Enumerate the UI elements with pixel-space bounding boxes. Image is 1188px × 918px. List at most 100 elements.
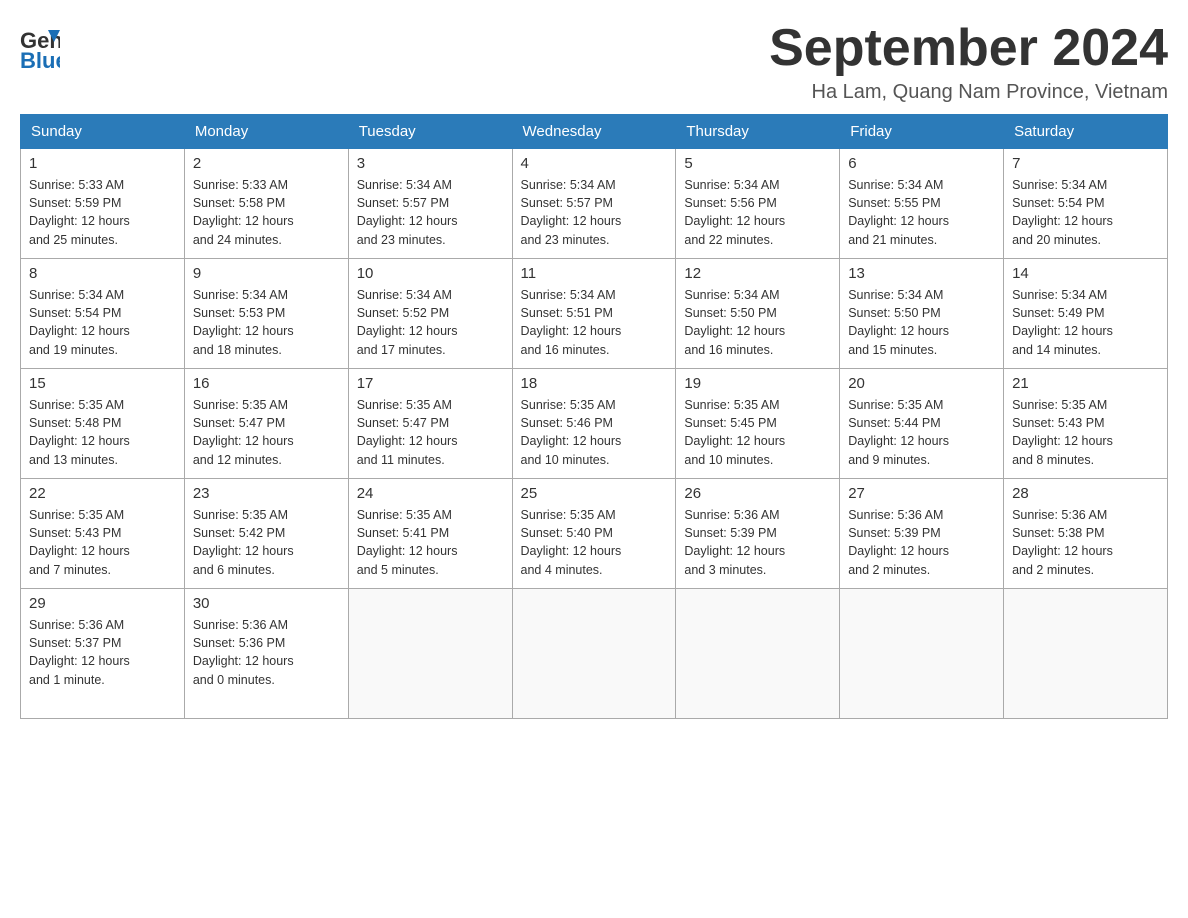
day-info: Sunrise: 5:33 AMSunset: 5:59 PMDaylight:… <box>29 176 176 249</box>
day-number: 30 <box>193 595 340 612</box>
day-info: Sunrise: 5:35 AMSunset: 5:41 PMDaylight:… <box>357 506 504 579</box>
col-thursday: Thursday <box>676 115 840 149</box>
calendar-cell: 22 Sunrise: 5:35 AMSunset: 5:43 PMDayligh… <box>21 479 185 589</box>
calendar-cell: 23 Sunrise: 5:35 AMSunset: 5:42 PMDayligh… <box>184 479 348 589</box>
col-monday: Monday <box>184 115 348 149</box>
day-info: Sunrise: 5:34 AMSunset: 5:53 PMDaylight:… <box>193 286 340 359</box>
calendar-cell: 9 Sunrise: 5:34 AMSunset: 5:53 PMDaylight… <box>184 259 348 369</box>
day-number: 13 <box>848 265 995 282</box>
day-info: Sunrise: 5:35 AMSunset: 5:40 PMDaylight:… <box>521 506 668 579</box>
calendar-cell <box>1004 589 1168 719</box>
calendar-cell: 27 Sunrise: 5:36 AMSunset: 5:39 PMDayligh… <box>840 479 1004 589</box>
calendar-cell <box>676 589 840 719</box>
calendar-cell: 18 Sunrise: 5:35 AMSunset: 5:46 PMDayligh… <box>512 369 676 479</box>
day-number: 29 <box>29 595 176 612</box>
day-number: 10 <box>357 265 504 282</box>
calendar-cell: 1 Sunrise: 5:33 AMSunset: 5:59 PMDaylight… <box>21 149 185 259</box>
calendar-cell: 29 Sunrise: 5:36 AMSunset: 5:37 PMDayligh… <box>21 589 185 719</box>
day-number: 23 <box>193 485 340 502</box>
day-number: 9 <box>193 265 340 282</box>
calendar-cell: 8 Sunrise: 5:34 AMSunset: 5:54 PMDaylight… <box>21 259 185 369</box>
calendar-cell: 6 Sunrise: 5:34 AMSunset: 5:55 PMDaylight… <box>840 149 1004 259</box>
calendar-cell <box>840 589 1004 719</box>
day-number: 22 <box>29 485 176 502</box>
location-title: Ha Lam, Quang Nam Province, Vietnam <box>769 81 1168 104</box>
calendar-cell: 24 Sunrise: 5:35 AMSunset: 5:41 PMDayligh… <box>348 479 512 589</box>
page-header: General Blue September 2024 Ha Lam, Quan… <box>20 20 1168 104</box>
day-info: Sunrise: 5:35 AMSunset: 5:47 PMDaylight:… <box>357 396 504 469</box>
day-number: 20 <box>848 375 995 392</box>
day-info: Sunrise: 5:34 AMSunset: 5:51 PMDaylight:… <box>521 286 668 359</box>
day-info: Sunrise: 5:36 AMSunset: 5:38 PMDaylight:… <box>1012 506 1159 579</box>
calendar-week-4: 22 Sunrise: 5:35 AMSunset: 5:43 PMDayligh… <box>21 479 1168 589</box>
day-number: 17 <box>357 375 504 392</box>
day-info: Sunrise: 5:36 AMSunset: 5:39 PMDaylight:… <box>848 506 995 579</box>
day-number: 6 <box>848 155 995 172</box>
day-number: 16 <box>193 375 340 392</box>
day-number: 8 <box>29 265 176 282</box>
calendar-cell: 21 Sunrise: 5:35 AMSunset: 5:43 PMDayligh… <box>1004 369 1168 479</box>
day-info: Sunrise: 5:35 AMSunset: 5:48 PMDaylight:… <box>29 396 176 469</box>
day-number: 28 <box>1012 485 1159 502</box>
day-info: Sunrise: 5:35 AMSunset: 5:42 PMDaylight:… <box>193 506 340 579</box>
calendar-cell: 11 Sunrise: 5:34 AMSunset: 5:51 PMDayligh… <box>512 259 676 369</box>
day-info: Sunrise: 5:34 AMSunset: 5:50 PMDaylight:… <box>684 286 831 359</box>
logo-mark: General Blue <box>20 20 60 75</box>
day-number: 21 <box>1012 375 1159 392</box>
day-number: 25 <box>521 485 668 502</box>
day-info: Sunrise: 5:34 AMSunset: 5:50 PMDaylight:… <box>848 286 995 359</box>
svg-text:Blue: Blue <box>20 48 60 70</box>
day-info: Sunrise: 5:34 AMSunset: 5:55 PMDaylight:… <box>848 176 995 249</box>
day-info: Sunrise: 5:35 AMSunset: 5:43 PMDaylight:… <box>1012 396 1159 469</box>
day-info: Sunrise: 5:35 AMSunset: 5:46 PMDaylight:… <box>521 396 668 469</box>
calendar-cell: 19Sunrise: 5:35 AMSunset: 5:45 PMDayligh… <box>676 369 840 479</box>
day-info: Sunrise: 5:36 AMSunset: 5:37 PMDaylight:… <box>29 616 176 689</box>
day-number: 2 <box>193 155 340 172</box>
day-info: Sunrise: 5:35 AMSunset: 5:43 PMDaylight:… <box>29 506 176 579</box>
calendar-cell: 2Sunrise: 5:33 AMSunset: 5:58 PMDaylight… <box>184 149 348 259</box>
day-info: Sunrise: 5:34 AMSunset: 5:54 PMDaylight:… <box>1012 176 1159 249</box>
day-info: Sunrise: 5:35 AMSunset: 5:47 PMDaylight:… <box>193 396 340 469</box>
calendar-cell: 7 Sunrise: 5:34 AMSunset: 5:54 PMDaylight… <box>1004 149 1168 259</box>
day-number: 12 <box>684 265 831 282</box>
day-info: Sunrise: 5:34 AMSunset: 5:57 PMDaylight:… <box>357 176 504 249</box>
col-wednesday: Wednesday <box>512 115 676 149</box>
calendar-week-2: 8 Sunrise: 5:34 AMSunset: 5:54 PMDaylight… <box>21 259 1168 369</box>
day-info: Sunrise: 5:36 AMSunset: 5:36 PMDaylight:… <box>193 616 340 689</box>
calendar-cell: 3 Sunrise: 5:34 AMSunset: 5:57 PMDaylight… <box>348 149 512 259</box>
calendar-cell: 16 Sunrise: 5:35 AMSunset: 5:47 PMDayligh… <box>184 369 348 479</box>
day-number: 26 <box>684 485 831 502</box>
day-number: 1 <box>29 155 176 172</box>
calendar-cell: 30 Sunrise: 5:36 AMSunset: 5:36 PMDayligh… <box>184 589 348 719</box>
calendar-cell: 10Sunrise: 5:34 AMSunset: 5:52 PMDayligh… <box>348 259 512 369</box>
day-number: 24 <box>357 485 504 502</box>
calendar-table: Sunday Monday Tuesday Wednesday Thursday… <box>20 114 1168 719</box>
day-number: 18 <box>521 375 668 392</box>
calendar-cell: 5Sunrise: 5:34 AMSunset: 5:56 PMDaylight… <box>676 149 840 259</box>
calendar-cell: 12 Sunrise: 5:34 AMSunset: 5:50 PMDayligh… <box>676 259 840 369</box>
col-friday: Friday <box>840 115 1004 149</box>
calendar-week-3: 15 Sunrise: 5:35 AMSunset: 5:48 PMDayligh… <box>21 369 1168 479</box>
calendar-cell: 17 Sunrise: 5:35 AMSunset: 5:47 PMDayligh… <box>348 369 512 479</box>
calendar-cell: 14Sunrise: 5:34 AMSunset: 5:49 PMDayligh… <box>1004 259 1168 369</box>
day-info: Sunrise: 5:34 AMSunset: 5:54 PMDaylight:… <box>29 286 176 359</box>
day-info: Sunrise: 5:34 AMSunset: 5:57 PMDaylight:… <box>521 176 668 249</box>
title-block: September 2024 Ha Lam, Quang Nam Provinc… <box>769 20 1168 104</box>
day-number: 15 <box>29 375 176 392</box>
day-number: 27 <box>848 485 995 502</box>
calendar-cell: 4Sunrise: 5:34 AMSunset: 5:57 PMDaylight… <box>512 149 676 259</box>
day-number: 3 <box>357 155 504 172</box>
day-number: 7 <box>1012 155 1159 172</box>
calendar-week-1: 1 Sunrise: 5:33 AMSunset: 5:59 PMDaylight… <box>21 149 1168 259</box>
col-sunday: Sunday <box>21 115 185 149</box>
calendar-cell: 13 Sunrise: 5:34 AMSunset: 5:50 PMDayligh… <box>840 259 1004 369</box>
day-info: Sunrise: 5:36 AMSunset: 5:39 PMDaylight:… <box>684 506 831 579</box>
calendar-week-5: 29 Sunrise: 5:36 AMSunset: 5:37 PMDayligh… <box>21 589 1168 719</box>
calendar-cell: 28 Sunrise: 5:36 AMSunset: 5:38 PMDayligh… <box>1004 479 1168 589</box>
calendar-cell: 20Sunrise: 5:35 AMSunset: 5:44 PMDayligh… <box>840 369 1004 479</box>
calendar-cell: 15 Sunrise: 5:35 AMSunset: 5:48 PMDayligh… <box>21 369 185 479</box>
day-info: Sunrise: 5:34 AMSunset: 5:56 PMDaylight:… <box>684 176 831 249</box>
day-number: 11 <box>521 265 668 282</box>
day-number: 14 <box>1012 265 1159 282</box>
day-number: 19 <box>684 375 831 392</box>
